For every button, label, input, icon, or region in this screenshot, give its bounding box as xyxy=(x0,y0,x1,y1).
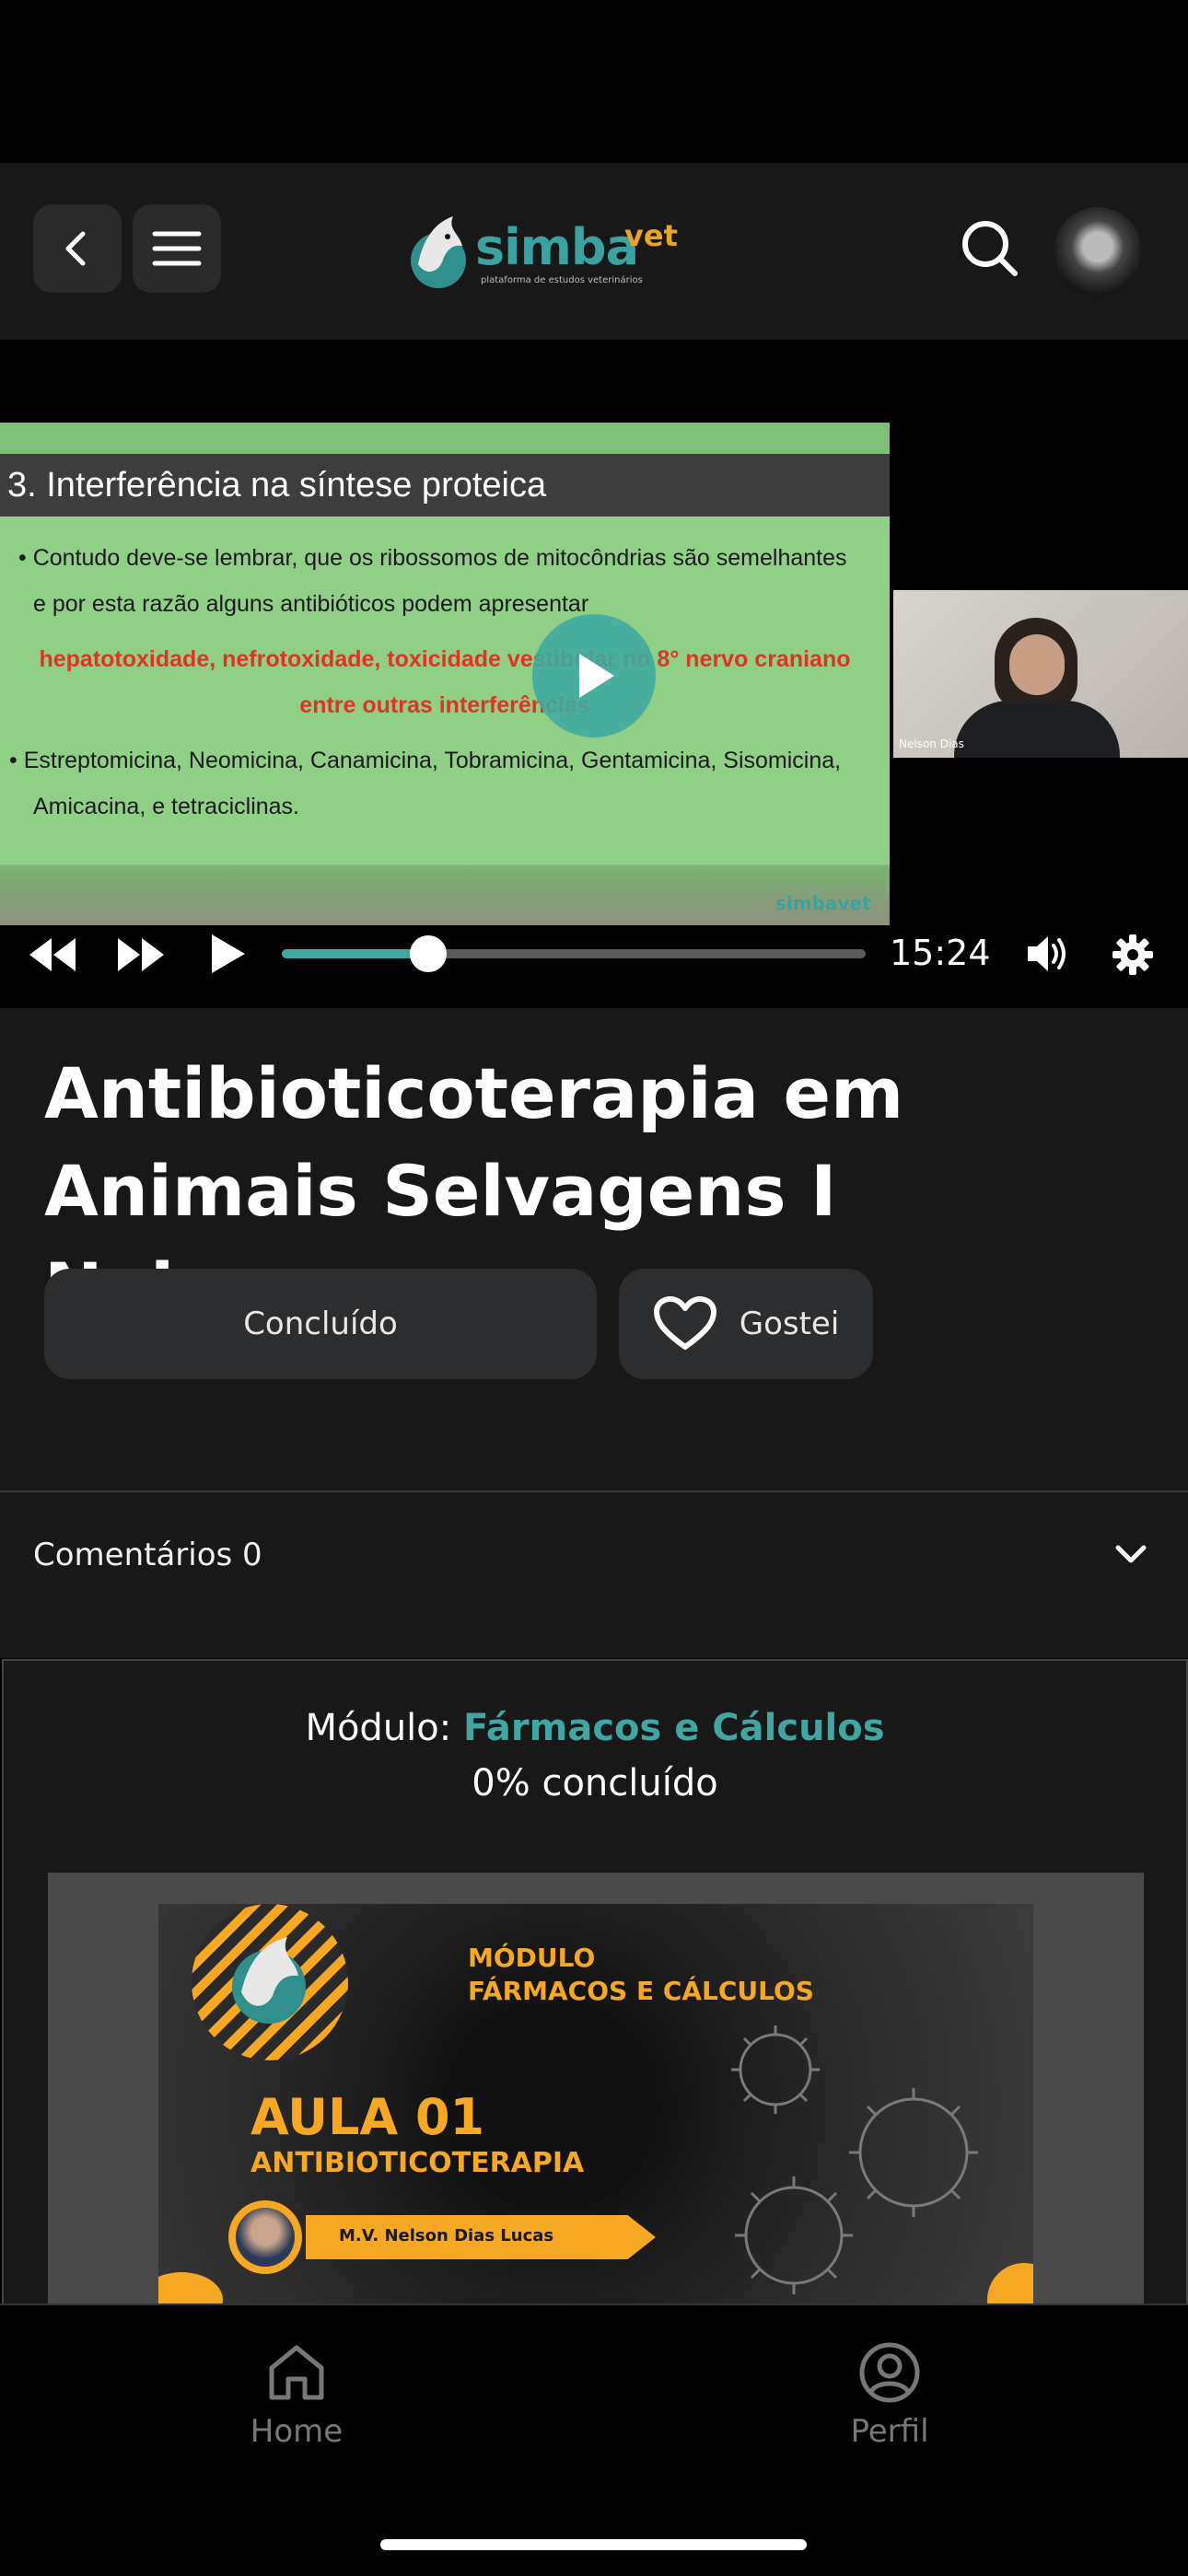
time-remaining: 15:24 xyxy=(890,933,991,973)
play-icon xyxy=(212,934,245,973)
thumbnail-corner-decoration xyxy=(158,2272,223,2305)
gear-icon xyxy=(1112,934,1153,975)
play-icon xyxy=(579,654,614,698)
slide-bullet-2-line-1: • Estreptomicina, Neomicina, Canamicina,… xyxy=(9,748,842,773)
slide-title-bar: 3. Interferência na síntese proteica xyxy=(0,454,890,516)
user-circle-icon xyxy=(859,2342,920,2403)
search-icon xyxy=(962,221,1018,276)
presenter-face xyxy=(1009,634,1065,695)
app-header: simba vet plataforma de estudos veteriná… xyxy=(0,163,1188,340)
search-button[interactable] xyxy=(958,216,1022,281)
presenter-name-tag: Nelson Dias xyxy=(899,737,964,750)
home-indicator xyxy=(380,2539,807,2550)
simbavet-logo[interactable]: simba vet plataforma de estudos veteriná… xyxy=(405,209,700,292)
lesson-info: Antibioticoterapia em Animais Selvagens … xyxy=(0,1008,1188,1491)
thumbnail-presenter: M.V. Nelson Dias Lucas xyxy=(339,2226,554,2245)
rewind-button[interactable] xyxy=(26,934,81,975)
back-button[interactable] xyxy=(33,204,122,293)
home-icon xyxy=(269,2345,324,2400)
slide-watermark: simbavet xyxy=(775,892,871,914)
chevron-left-icon xyxy=(65,231,86,266)
play-overlay-button[interactable] xyxy=(532,614,656,737)
module-progress: 0% concluído xyxy=(472,1762,718,1804)
logo-wordmark: simba xyxy=(475,218,639,276)
slide-bullet-1-line-2: e por esta razão alguns antibióticos pod… xyxy=(33,591,589,617)
concluded-label: Concluído xyxy=(243,1305,398,1342)
comments-label: Comentários 0 xyxy=(33,1537,262,1573)
presenter-thumb-photo xyxy=(236,2208,295,2267)
nav-home-label: Home xyxy=(250,2413,344,2450)
video-player[interactable]: 3. Interferência na síntese proteica • C… xyxy=(0,340,1188,1008)
slide-bullet-2-line-2: Amicacina, e tetraciclinas. xyxy=(33,794,300,819)
hamburger-icon xyxy=(152,231,202,266)
volume-icon xyxy=(1028,936,1066,971)
like-label: Gostei xyxy=(739,1305,840,1342)
logo-tagline: plataforma de estudos veterinários xyxy=(481,275,643,285)
slide-bullet-1-line-1: • Contudo deve-se lembrar, que os riboss… xyxy=(18,545,847,571)
logo-accent: vet xyxy=(624,218,678,253)
module-prefix: Módulo: xyxy=(305,1707,463,1749)
menu-button[interactable] xyxy=(133,204,221,293)
virus-illustration xyxy=(731,2025,978,2294)
module-heading: Módulo: Fármacos e Cálculos xyxy=(4,1707,1186,1749)
lesson-thumbnail[interactable]: MÓDULO FÁRMACOS E CÁLCULOS AULA 01 ANTIB… xyxy=(158,1904,1033,2305)
module-name[interactable]: Fármacos e Cálculos xyxy=(463,1707,885,1749)
fast-forward-button[interactable] xyxy=(112,934,168,975)
thumbnail-topic: ANTIBIOTICOTERAPIA xyxy=(250,2147,585,2179)
heart-icon xyxy=(653,1296,716,1350)
thumbnail-aula: AULA 01 xyxy=(250,2088,485,2146)
play-button[interactable] xyxy=(204,931,250,977)
video-frame-slide: 3. Interferência na síntese proteica • C… xyxy=(0,423,890,925)
slide-red-line-2: entre outras interferências xyxy=(299,692,590,718)
volume-button[interactable] xyxy=(1024,933,1070,975)
nav-profile[interactable]: Perfil xyxy=(798,2340,982,2450)
comments-section[interactable]: Comentários 0 xyxy=(0,1492,1188,1658)
fast-forward-icon xyxy=(118,938,164,971)
lesson-thumbnail-frame[interactable]: MÓDULO FÁRMACOS E CÁLCULOS AULA 01 ANTIB… xyxy=(48,1873,1144,2305)
thumbnail-heading-1: MÓDULO xyxy=(468,1943,596,1973)
eagle-logo-icon xyxy=(232,1937,306,2024)
progress-scrubber[interactable] xyxy=(410,935,447,972)
chevron-down-icon[interactable] xyxy=(1114,1544,1147,1566)
slide-title: 3. Interferência na síntese proteica xyxy=(7,465,547,505)
rewind-icon xyxy=(29,938,76,971)
presenter-webcam: Nelson Dias xyxy=(893,590,1188,758)
like-button[interactable]: Gostei xyxy=(619,1269,873,1379)
thumbnail-heading-2: FÁRMACOS E CÁLCULOS xyxy=(468,1976,814,2006)
user-avatar[interactable] xyxy=(1054,207,1142,296)
nav-profile-label: Perfil xyxy=(850,2413,929,2450)
settings-button[interactable] xyxy=(1111,933,1155,977)
module-card: Módulo: Fármacos e Cálculos 0% concluído… xyxy=(2,1659,1188,2305)
concluded-button[interactable]: Concluído xyxy=(44,1269,597,1379)
nav-home[interactable]: Home xyxy=(204,2340,389,2450)
slide-red-line-1: hepatotoxidade, nefrotoxidade, toxicidad… xyxy=(39,646,851,672)
presenter-body xyxy=(954,701,1120,758)
eagle-logo-icon xyxy=(411,216,466,288)
bottom-navigation: Home Perfil xyxy=(0,2303,1188,2576)
video-controls: 15:24 xyxy=(0,916,1188,1008)
progress-fill xyxy=(282,949,428,958)
